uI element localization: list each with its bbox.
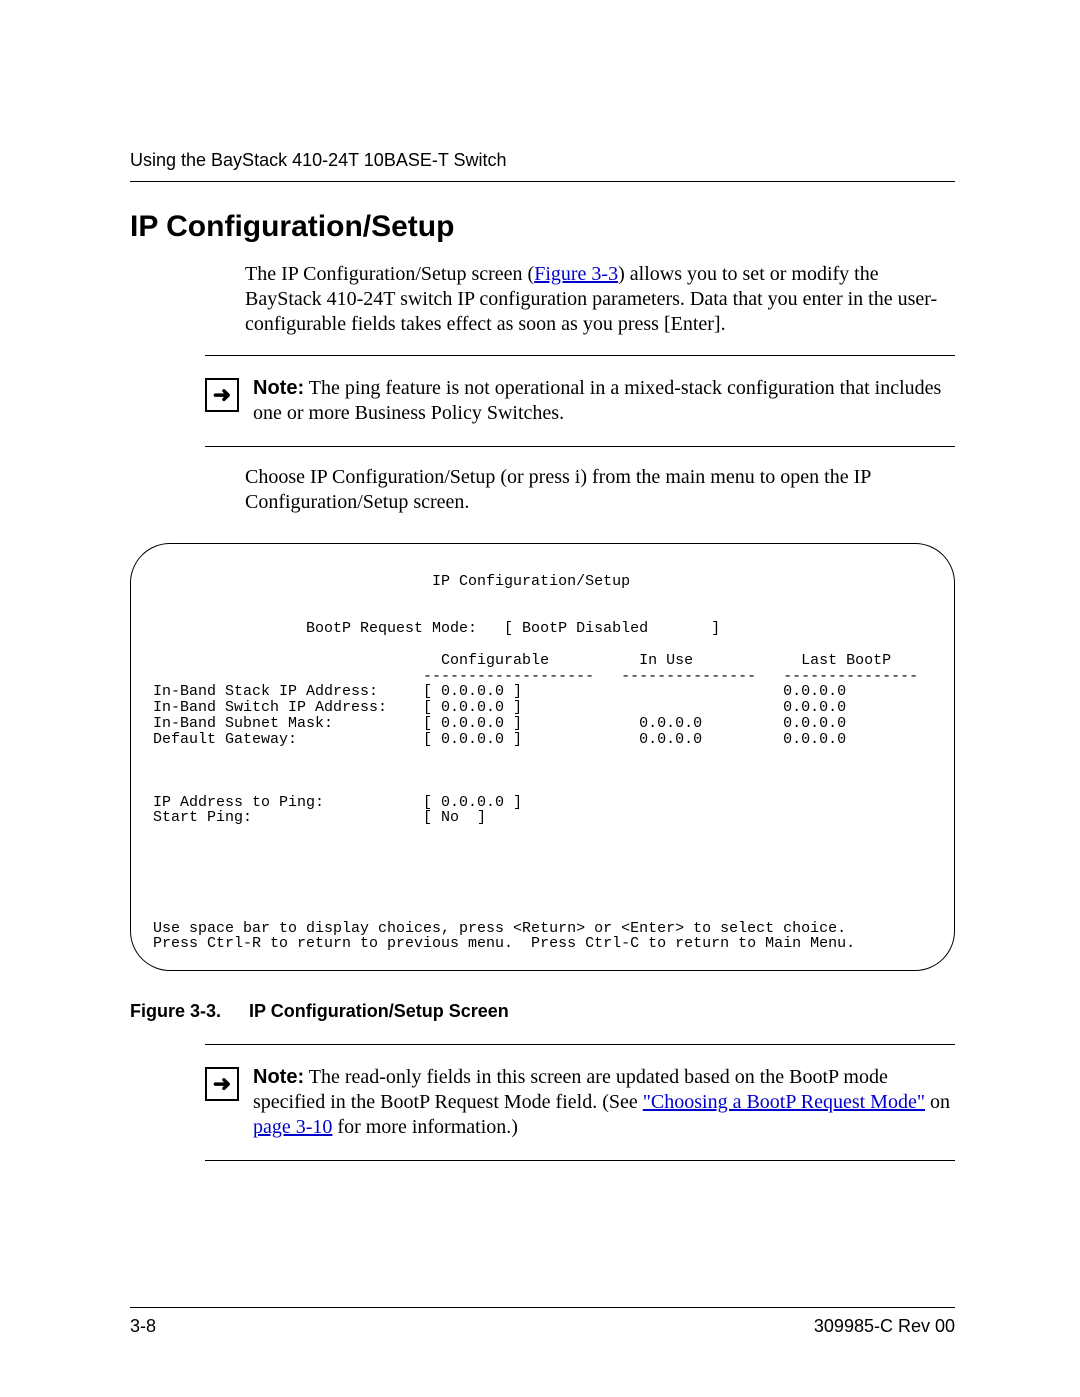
page-footer: 3-8 309985-C Rev 00 — [130, 1307, 955, 1337]
note2-post: for more information.) — [332, 1116, 518, 1138]
intro-pre: The IP Configuration/Setup screen ( — [245, 263, 534, 285]
choose-paragraph: Choose IP Configuration/Setup (or press … — [245, 465, 955, 515]
page-number: 3-8 — [130, 1316, 156, 1337]
figure-ref-link[interactable]: Figure 3-3 — [534, 263, 618, 285]
doc-number: 309985-C Rev 00 — [814, 1316, 955, 1337]
figure-title: IP Configuration/Setup Screen — [249, 1001, 509, 1021]
note-block-2: ➜ Note: The read-only fields in this scr… — [205, 1044, 955, 1161]
intro-paragraph: The IP Configuration/Setup screen (Figur… — [245, 262, 955, 337]
note-block-1: ➜ Note: The ping feature is not operatio… — [205, 355, 955, 447]
note2-mid: on — [925, 1091, 950, 1113]
section-title: IP Configuration/Setup — [130, 210, 955, 244]
arrow-right-icon: ➜ — [205, 378, 239, 412]
running-head: Using the BayStack 410-24T 10BASE-T Swit… — [130, 150, 955, 182]
figure-label: Figure 3-3. — [130, 1001, 221, 1021]
note-label: Note: — [253, 1066, 304, 1088]
figure-caption: Figure 3-3. IP Configuration/Setup Screen — [130, 1001, 955, 1022]
note-2-text: Note: The read-only fields in this scree… — [253, 1065, 955, 1140]
page-ref-link[interactable]: page 3-10 — [253, 1116, 332, 1138]
bootp-mode-link[interactable]: "Choosing a BootP Request Mode" — [643, 1091, 925, 1113]
note-body: The ping feature is not operational in a… — [253, 377, 941, 424]
arrow-right-icon: ➜ — [205, 1067, 239, 1101]
terminal-screen: IP Configuration/Setup BootP Request Mod… — [130, 543, 955, 971]
note-label: Note: — [253, 377, 304, 399]
note-1-text: Note: The ping feature is not operationa… — [253, 376, 955, 426]
